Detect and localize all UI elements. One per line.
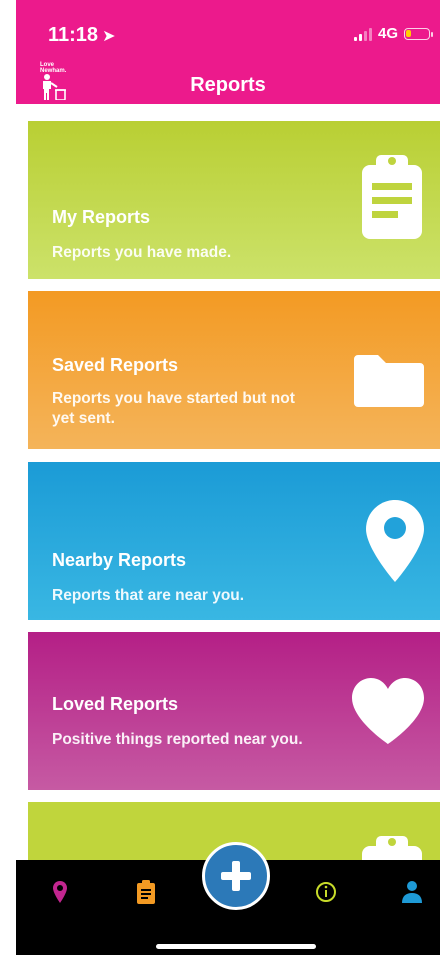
nearby-reports-card[interactable]: Nearby Reports Reports that are near you… — [28, 462, 440, 620]
battery-icon — [404, 27, 433, 40]
folder-icon — [354, 355, 424, 407]
card-title: My Reports — [52, 207, 151, 227]
card-subtitle: Reports you have started but not yet sen… — [52, 390, 295, 427]
clipboard-icon — [362, 155, 422, 239]
map-pin-icon — [366, 500, 424, 582]
card-subtitle: Reports that are near you. — [52, 587, 245, 604]
card-title: Saved Reports — [52, 355, 179, 375]
info-icon — [316, 882, 336, 902]
user-icon — [402, 881, 422, 903]
loved-reports-card[interactable]: Loved Reports Positive things reported n… — [28, 632, 440, 790]
location-arrow-icon: ➤ — [102, 28, 116, 45]
app-screen: 11:18 ➤ 4G Love Newham. Reports My Report… — [16, 0, 440, 955]
page-title: Reports — [190, 74, 266, 96]
status-time-text: 11:18 — [48, 24, 99, 46]
card-subtitle: Positive things reported near you. — [52, 731, 303, 748]
map-pin-icon — [53, 881, 67, 903]
network-label: 4G — [377, 25, 398, 42]
card-subtitle: Reports you have made. — [52, 244, 232, 261]
clipboard-icon — [137, 880, 155, 904]
card-title: Loved Reports — [52, 694, 179, 714]
signal-icon — [353, 27, 372, 41]
tab-reports[interactable] — [132, 878, 160, 906]
add-report-button[interactable] — [202, 842, 270, 910]
card-title: Nearby Reports — [52, 550, 187, 570]
heart-icon — [352, 678, 424, 744]
tab-profile[interactable] — [398, 878, 426, 906]
header-bar: 11:18 ➤ 4G Love Newham. Reports — [16, 0, 440, 104]
status-indicators: 4G — [353, 25, 433, 42]
home-indicator[interactable] — [156, 944, 316, 949]
saved-reports-card[interactable]: Saved Reports Reports you have started b… — [28, 291, 440, 449]
tab-map[interactable] — [46, 878, 74, 906]
my-reports-card[interactable]: My Reports Reports you have made. — [28, 121, 440, 279]
plus-icon — [221, 861, 251, 891]
status-time: 11:18 ➤ — [48, 24, 115, 47]
tab-info[interactable] — [312, 878, 340, 906]
